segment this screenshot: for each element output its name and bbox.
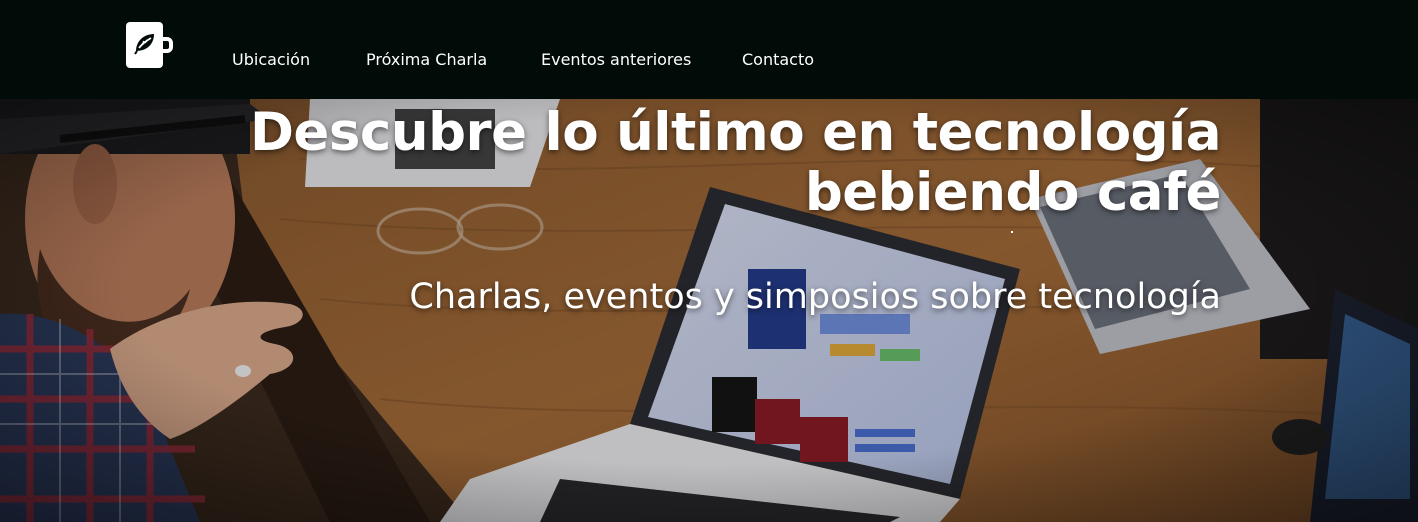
- nav-link-eventos-anteriores[interactable]: Eventos anteriores: [541, 50, 691, 69]
- hero-section: Descubre lo último en tecnología bebiend…: [0, 99, 1418, 522]
- hero-title-line-2: bebiendo café: [804, 162, 1222, 223]
- nav-link-contacto[interactable]: Contacto: [742, 50, 814, 69]
- hero-title-line-1: Descubre lo último en tecnología: [249, 102, 1222, 163]
- decorative-dot: [1011, 231, 1013, 233]
- nav-link-ubicacion[interactable]: Ubicación: [232, 50, 310, 69]
- nav-link-proxima-charla[interactable]: Próxima Charla: [366, 50, 487, 69]
- top-navigation-bar: Ubicación Próxima Charla Eventos anterio…: [0, 0, 1418, 99]
- site-logo[interactable]: [126, 21, 174, 69]
- hero-subtitle: Charlas, eventos y simposios sobre tecno…: [409, 277, 1221, 317]
- coffee-mug-leaf-icon: [126, 22, 173, 68]
- hero-title: Descubre lo último en tecnología bebiend…: [249, 102, 1222, 223]
